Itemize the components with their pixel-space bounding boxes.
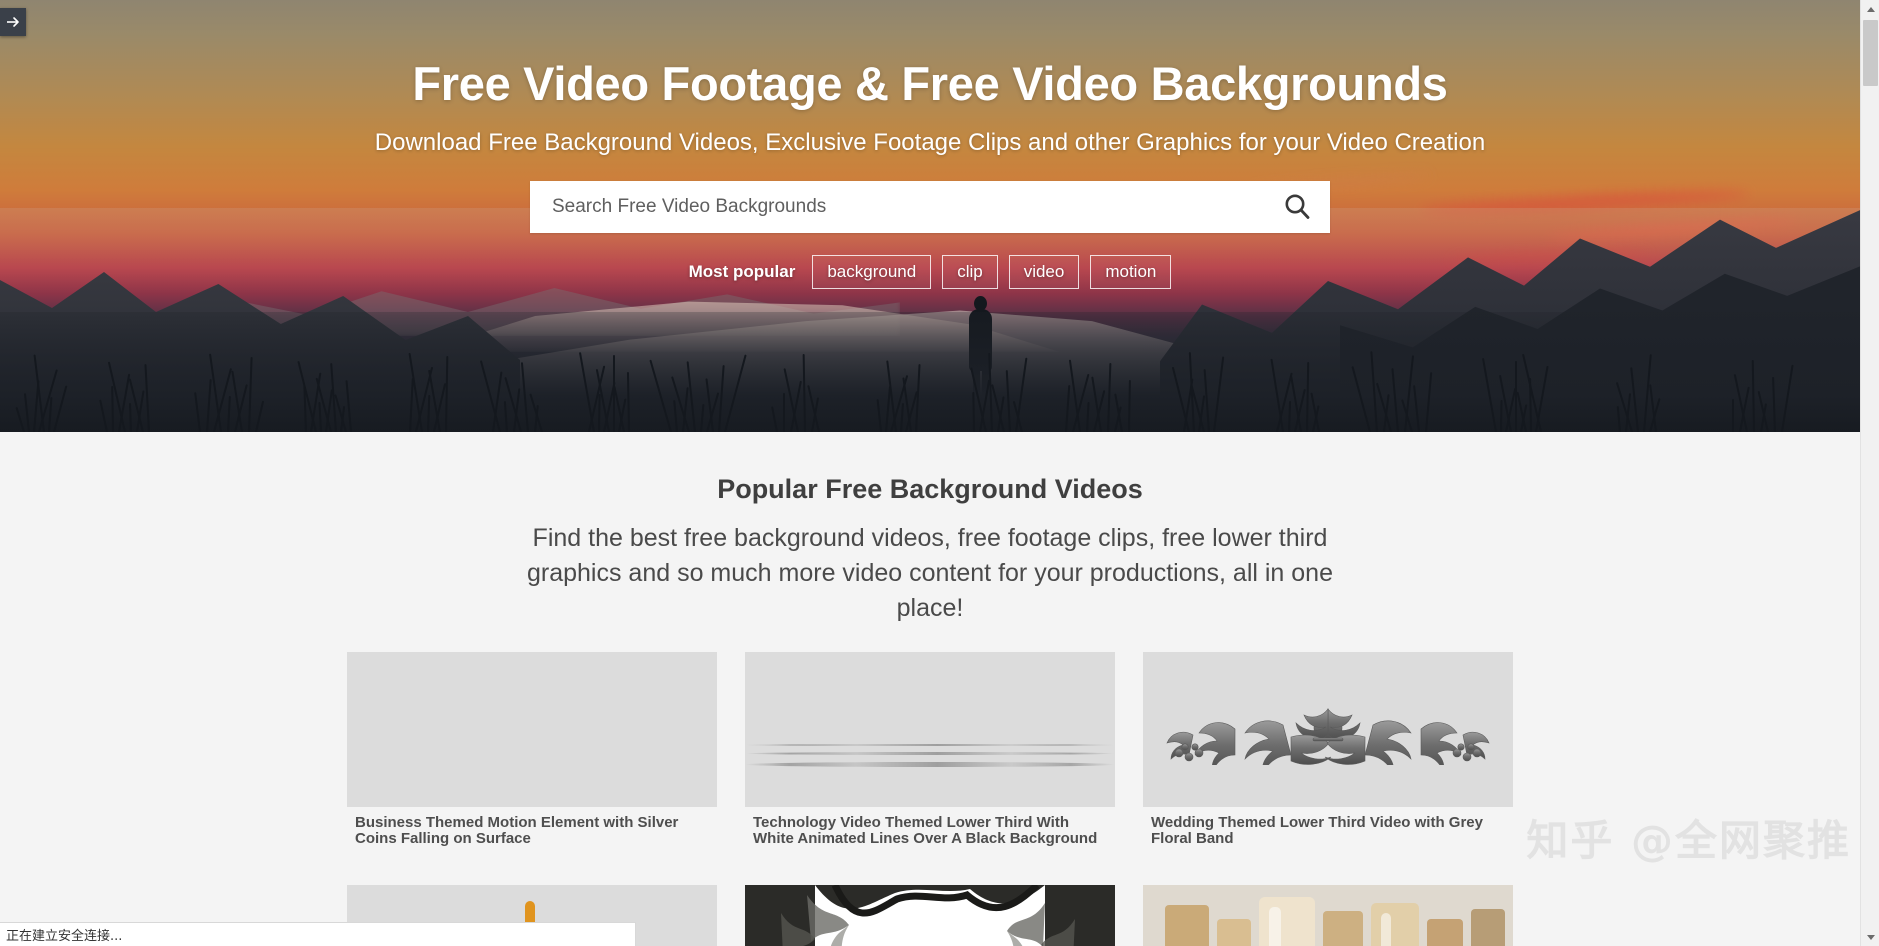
section-title: Popular Free Background Videos xyxy=(717,474,1143,504)
tag-clip[interactable]: clip xyxy=(942,255,998,289)
scroll-up-arrow-icon[interactable] xyxy=(1861,0,1879,18)
status-text: 正在建立安全连接... xyxy=(6,929,123,944)
video-thumbnail[interactable] xyxy=(347,652,717,807)
arrow-right-icon xyxy=(5,14,21,30)
video-card-title: Wedding Themed Lower Third Video with Gr… xyxy=(1151,814,1483,847)
page-scrollbar[interactable] xyxy=(1860,0,1879,946)
hero-banner: Free Video Footage & Free Video Backgrou… xyxy=(0,0,1860,432)
hero-title: Free Video Footage & Free Video Backgrou… xyxy=(412,57,1448,110)
scroll-down-arrow-icon[interactable] xyxy=(1861,928,1879,946)
browser-status-bar: 正在建立安全连接... xyxy=(0,922,636,946)
video-card[interactable]: Wedding Themed Lower Third Video with Gr… xyxy=(1143,652,1513,857)
search-button[interactable] xyxy=(1264,181,1330,233)
most-popular-label: Most popular xyxy=(688,262,796,281)
tag-background[interactable]: background xyxy=(812,255,932,289)
section-description: Find the best free background videos, fr… xyxy=(526,524,1333,622)
video-card-grid: Business Themed Motion Element with Silv… xyxy=(347,652,1513,946)
popular-tags: Most popular background clip video motio… xyxy=(689,255,1172,289)
floral-ornament-icon xyxy=(1166,707,1490,765)
video-card-title: Business Themed Motion Element with Silv… xyxy=(355,814,679,847)
search-input[interactable] xyxy=(530,196,1264,218)
browser-viewport: Free Video Footage & Free Video Backgrou… xyxy=(0,0,1879,946)
video-thumbnail[interactable] xyxy=(1143,652,1513,807)
popular-videos-section: Popular Free Background Videos Find the … xyxy=(0,432,1860,946)
scrollbar-thumb[interactable] xyxy=(1863,20,1878,86)
video-card[interactable]: Technology Video Themed Lower Third With… xyxy=(745,652,1115,857)
video-thumbnail[interactable] xyxy=(745,885,1115,946)
tag-video[interactable]: video xyxy=(1008,255,1080,289)
video-card[interactable] xyxy=(1143,885,1513,946)
hero-subtitle: Download Free Background Videos, Exclusi… xyxy=(374,129,1486,156)
tag-motion[interactable]: motion xyxy=(1090,255,1172,289)
video-card[interactable] xyxy=(745,885,1115,946)
video-thumbnail[interactable] xyxy=(745,652,1115,807)
video-thumbnail[interactable] xyxy=(1143,885,1513,946)
video-card[interactable]: Business Themed Motion Element with Silv… xyxy=(347,652,717,857)
watermark: 知乎 @全网聚推 xyxy=(1526,816,1851,865)
search-icon xyxy=(1282,191,1312,224)
search-bar[interactable] xyxy=(530,181,1330,233)
hero-content: Free Video Footage & Free Video Backgrou… xyxy=(0,0,1860,432)
golden-ornament-graphic-icon xyxy=(1143,885,1513,946)
dark-abstract-graphic-icon xyxy=(745,885,1115,946)
forward-navigation-button[interactable] xyxy=(0,8,26,36)
video-card-title: Technology Video Themed Lower Third With… xyxy=(753,814,1098,847)
